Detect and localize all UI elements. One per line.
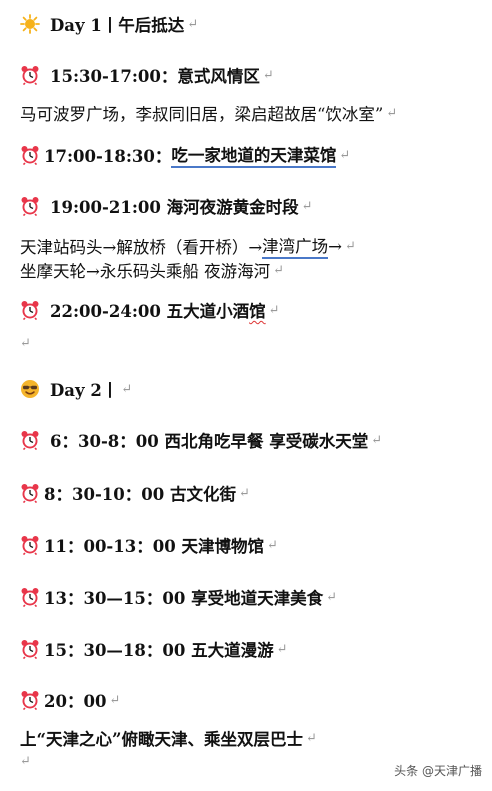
day2-header: Day 2丨 ↵ [20, 377, 486, 401]
schedule-item: 15：30—18：00 五大道漫游 ↵ [20, 637, 486, 661]
empty-paragraph: ↵ [20, 336, 486, 351]
item-time: 20：00 [44, 692, 107, 711]
item-description: 上“天津之心”俯瞰天津、乘坐双层巴士 ↵ [20, 726, 486, 750]
schedule-item: 17:00-18:30： 吃一家地道的天津菜馆 ↵ [20, 142, 486, 168]
alarm-clock-icon [20, 483, 40, 503]
paragraph-mark: ↵ [238, 485, 250, 501]
schedule-item: 6：30-8：00 西北角吃早餐 享受碳水天堂 ↵ [20, 428, 486, 452]
item-desc-link[interactable]: 津湾广场 [262, 233, 329, 259]
alarm-clock-icon [20, 196, 40, 216]
alarm-clock-icon [20, 300, 40, 320]
sun-icon [20, 14, 40, 34]
paragraph-mark: ↵ [20, 754, 31, 769]
day2-header-text: Day 2丨 [50, 381, 119, 400]
day1-header: Day 1丨午后抵达 ↵ [20, 12, 486, 36]
paragraph-mark: ↵ [20, 336, 31, 351]
item-desc-part: 天津站码头→解放桥（看开桥）→ [20, 238, 263, 257]
paragraph-mark: ↵ [344, 238, 356, 254]
item-desc-part: → [328, 236, 342, 256]
item-desc: 马可波罗广场，李叔同旧居，梁启超故居“饮冰室” [20, 105, 384, 124]
item-desc: 上“天津之心”俯瞰天津、乘坐双层巴士 [20, 730, 303, 749]
paragraph-mark: ↵ [268, 302, 280, 318]
paragraph-mark: ↵ [273, 262, 284, 278]
alarm-clock-icon [20, 145, 40, 165]
item-time: 6：30-8：00 西北角吃早餐 享受碳水天堂 [50, 432, 369, 451]
alarm-clock-icon [20, 639, 40, 659]
paragraph-mark: ↵ [276, 641, 288, 657]
paragraph-mark: ↵ [121, 381, 133, 397]
item-time: 11：00-13：00 天津博物馆 [44, 537, 264, 556]
item-time: 22:00-24:00 五大道小酒 [50, 302, 250, 321]
schedule-item: 8：30-10：00 古文化街 ↵ [20, 481, 486, 505]
schedule-item: 20：00 ↵ [20, 688, 486, 712]
paragraph-mark: ↵ [305, 730, 317, 746]
item-description: 天津站码头→解放桥（看开桥）→ 津湾广场 → ↵ [20, 233, 486, 259]
paragraph-mark: ↵ [187, 16, 199, 32]
item-time: 19:00-21:00 海河夜游黄金时段 [50, 198, 299, 217]
schedule-item: 19:00-21:00 海河夜游黄金时段 ↵ [20, 194, 486, 218]
schedule-item: 15:30-17:00：意式风情区 ↵ [20, 63, 486, 87]
alarm-clock-icon [20, 535, 40, 555]
paragraph-mark: ↵ [326, 589, 337, 605]
paragraph-mark: ↵ [301, 198, 313, 214]
schedule-item: 13：30—15：00 享受地道天津美食 ↵ [20, 585, 486, 609]
item-time: 8：30-10：00 古文化街 [44, 485, 236, 504]
alarm-clock-icon [20, 690, 40, 710]
paragraph-mark: ↵ [266, 537, 278, 553]
item-description: 马可波罗广场，李叔同旧居，梁启超故居“饮冰室” ↵ [20, 101, 486, 125]
item-time: 15：30—18：00 五大道漫游 [44, 641, 274, 660]
paragraph-mark: ↵ [262, 67, 274, 83]
paragraph-mark: ↵ [109, 692, 121, 708]
cool-smiley-icon [20, 379, 40, 399]
schedule-item: 11：00-13：00 天津博物馆 ↵ [20, 533, 486, 557]
item-description: 坐摩天轮→永乐码头乘船 夜游海河 ↵ [20, 258, 486, 282]
spellcheck-word: 馆 [249, 302, 266, 321]
item-desc: 坐摩天轮→永乐码头乘船 夜游海河 [20, 262, 271, 281]
paragraph-mark: ↵ [371, 432, 383, 448]
item-time: 13：30—15：00 享受地道天津美食 [44, 589, 324, 608]
alarm-clock-icon [20, 587, 40, 607]
item-title-underlined: 吃一家地道的天津菜馆 [171, 142, 337, 168]
item-time: 15:30-17:00：意式风情区 [50, 67, 260, 86]
paragraph-mark: ↵ [386, 105, 398, 121]
day1-header-text: Day 1丨午后抵达 [50, 16, 185, 35]
schedule-item: 22:00-24:00 五大道小酒 馆 ↵ [20, 298, 486, 322]
watermark: 头条 @天津广播 [394, 764, 482, 778]
alarm-clock-icon [20, 65, 40, 85]
paragraph-mark: ↵ [339, 147, 351, 163]
alarm-clock-icon [20, 430, 40, 450]
item-time: 17:00-18:30： [44, 147, 172, 166]
